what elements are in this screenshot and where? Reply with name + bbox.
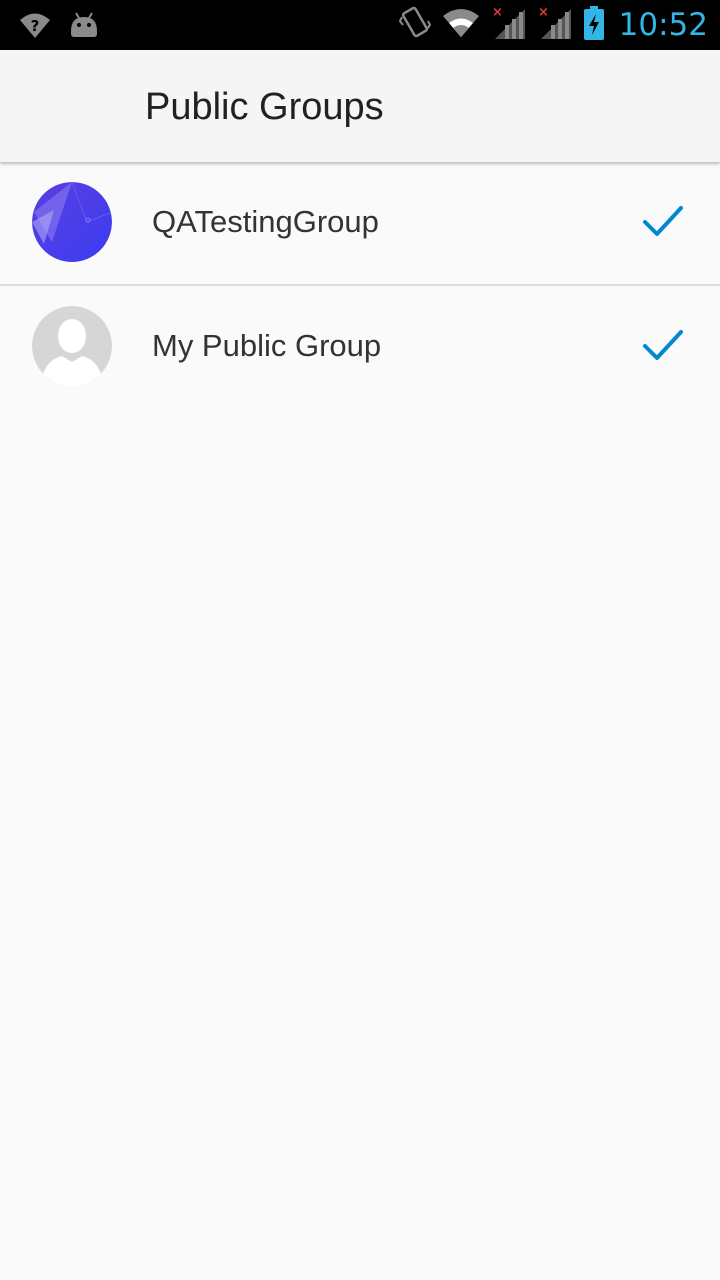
list-item[interactable]: QATestingGroup [0,162,720,286]
app-bar: Public Groups [0,50,720,162]
status-right-icons: × × 10:52 [398,5,708,46]
group-list: QATestingGroup My Public Group [0,162,720,408]
android-debug-icon [68,11,100,44]
wifi-icon [441,7,481,44]
wifi-unknown-icon: ? [18,10,52,45]
status-bar: ? × × 10:52 [0,0,720,50]
group-photo-avatar [32,182,112,262]
group-name: QATestingGroup [152,204,379,239]
default-person-avatar [32,306,112,386]
signal-no-service-icon: × [491,5,527,46]
svg-text:?: ? [31,17,40,35]
checkmark-icon[interactable] [640,202,686,242]
page-title: Public Groups [145,86,384,128]
list-item[interactable]: My Public Group [0,286,720,408]
signal-no-service-icon: × [537,5,573,46]
status-left-icons: ? [18,10,100,45]
status-time: 10:52 [618,7,708,43]
vibrate-icon [398,5,431,46]
svg-text:×: × [492,5,503,20]
battery-charging-icon [583,5,605,46]
svg-text:×: × [538,5,549,20]
checkmark-icon[interactable] [640,326,686,366]
group-name: My Public Group [152,328,382,363]
